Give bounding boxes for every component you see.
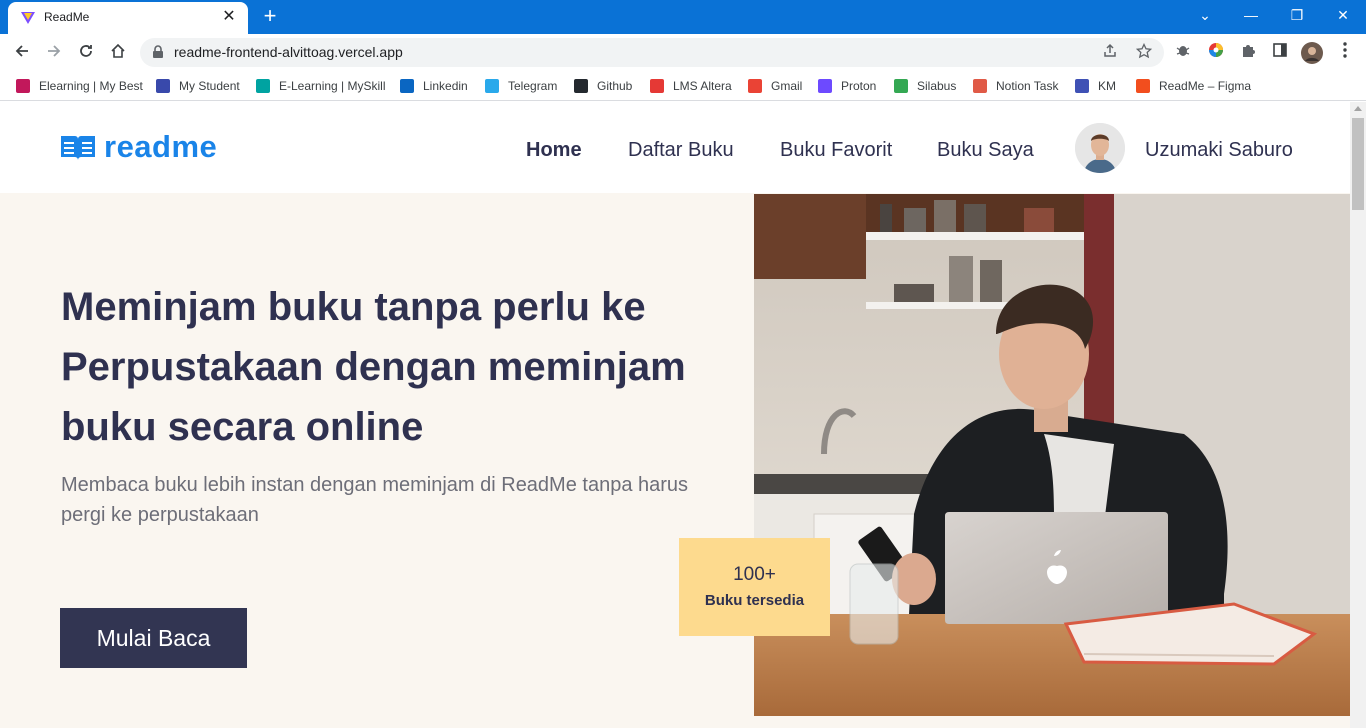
notion-icon — [973, 79, 987, 93]
bookmark-item[interactable]: Proton — [818, 77, 876, 95]
bookmark-item[interactable]: Notion Task — [973, 77, 1058, 95]
myb-icon — [16, 79, 30, 93]
nav-buku-favorit[interactable]: Buku Favorit — [780, 139, 892, 162]
github-icon — [574, 79, 588, 93]
open-book-icon — [61, 136, 95, 160]
scroll-thumb[interactable] — [1352, 118, 1364, 210]
bookmark-label: LMS Altera — [673, 79, 732, 93]
bookmark-label: Silabus — [917, 79, 957, 93]
bookmark-label: Proton — [841, 79, 877, 93]
bookmark-item[interactable]: KM — [1075, 77, 1116, 95]
nav-home[interactable]: Home — [526, 139, 582, 162]
bookmark-label: ReadMe – Figma — [1159, 79, 1252, 93]
bookmark-star-icon[interactable] — [1134, 42, 1154, 63]
browser-titlebar: ReadMe ✕ + ⌄ — ❐ ✕ — [0, 0, 1366, 34]
side-panel-icon[interactable] — [1269, 42, 1291, 64]
student-icon — [156, 79, 170, 93]
scroll-up-icon[interactable] — [1354, 106, 1362, 111]
bookmark-item[interactable]: Silabus — [894, 77, 956, 95]
bookmark-item[interactable]: My Student — [156, 77, 240, 95]
page-scrollbar[interactable] — [1350, 102, 1366, 728]
tab-close-icon[interactable]: ✕ — [220, 8, 238, 26]
stat-number: 100+ — [733, 564, 776, 585]
stat-label: Buku tersedia — [704, 592, 805, 609]
logo-text: readme — [104, 129, 218, 164]
new-tab-button[interactable]: + — [258, 4, 282, 28]
nav-buku-saya[interactable]: Buku Saya — [937, 139, 1034, 162]
hero-title: Meminjam buku tanpa perlu ke Perpustakaa… — [61, 285, 686, 449]
bookmark-item[interactable]: Elearning | My Best — [16, 77, 143, 95]
bookmark-label: KM — [1098, 79, 1116, 93]
drive-icon — [894, 79, 908, 93]
bookmark-label: Telegram — [508, 79, 558, 93]
restore-button[interactable]: ❐ — [1274, 0, 1320, 30]
linkedin-icon — [400, 79, 414, 93]
site-header: readme Home Daftar Buku Buku Favorit Buk… — [0, 102, 1350, 193]
minimize-button[interactable]: — — [1228, 0, 1274, 30]
bug-extension-icon[interactable] — [1172, 42, 1194, 64]
back-button[interactable] — [9, 40, 35, 66]
mulai-baca-button[interactable]: Mulai Baca — [60, 608, 247, 668]
extensions-puzzle-icon[interactable] — [1237, 42, 1259, 64]
close-window-button[interactable]: ✕ — [1320, 0, 1366, 30]
bookmark-label: Github — [597, 79, 633, 93]
bookmark-label: Notion Task — [996, 79, 1059, 93]
bookmark-item[interactable]: ReadMe – Figma — [1136, 77, 1251, 95]
bookmarks-bar: Elearning | My Best My Student E-Learning … — [0, 71, 1366, 101]
profile-avatar-icon[interactable] — [1301, 42, 1323, 64]
color-wheel-extension-icon[interactable] — [1205, 42, 1227, 64]
forward-arrow-icon — [48, 45, 61, 57]
myskill-icon — [256, 79, 270, 93]
tab-search-chevron-icon[interactable]: ⌄ — [1182, 0, 1228, 30]
bookmark-item[interactable]: Telegram — [485, 77, 557, 95]
readme-page: readme Home Daftar Buku Buku Favorit Buk… — [0, 102, 1350, 728]
bookmark-label: My Student — [179, 79, 240, 93]
figma-icon — [1136, 79, 1150, 93]
url-text[interactable]: readme-frontend-alvittoag.vercel.app — [174, 44, 403, 60]
bookmark-item[interactable]: E-Learning | MySkill — [256, 77, 386, 95]
bookmark-item[interactable]: Linkedin — [400, 77, 468, 95]
user-avatar[interactable] — [1075, 123, 1125, 173]
forward-button[interactable] — [41, 40, 67, 66]
tab-title: ReadMe — [44, 10, 90, 24]
bookmark-label: Linkedin — [423, 79, 468, 93]
bookmark-label: E-Learning | MySkill — [279, 79, 386, 93]
gmail-icon — [748, 79, 762, 93]
address-bar[interactable]: readme-frontend-alvittoag.vercel.app — [140, 38, 1164, 67]
proton-icon — [818, 79, 832, 93]
home-icon — [111, 43, 125, 58]
bookmark-item[interactable]: Gmail — [748, 77, 802, 95]
back-arrow-icon — [15, 45, 28, 57]
bookmark-label: Elearning | My Best — [39, 79, 143, 93]
user-name[interactable]: Uzumaki Saburo — [1145, 139, 1293, 162]
browser-tab[interactable]: ReadMe ✕ — [8, 2, 248, 34]
bookmark-item[interactable]: LMS Altera — [650, 77, 732, 95]
telegram-icon — [485, 79, 499, 93]
readme-logo[interactable]: readme — [60, 130, 217, 164]
altera-icon — [650, 79, 664, 93]
reload-icon — [80, 45, 92, 57]
browser-toolbar: readme-frontend-alvittoag.vercel.app — [0, 34, 1366, 71]
hero-subtitle: Membaca buku lebih instan dengan meminja… — [61, 474, 689, 526]
bookmark-label: Gmail — [771, 79, 803, 93]
books-available-badge: 100+ Buku tersedia — [679, 538, 830, 636]
home-button[interactable] — [105, 40, 131, 66]
man-with-laptop-image — [754, 194, 1350, 716]
nav-daftar-buku[interactable]: Daftar Buku — [628, 139, 734, 162]
reload-button[interactable] — [73, 40, 99, 66]
hero-photo — [754, 194, 1350, 716]
share-icon[interactable] — [1100, 43, 1120, 63]
lock-icon — [153, 45, 163, 58]
bookmark-item[interactable]: Github — [574, 77, 632, 95]
vercel-favicon-icon — [21, 12, 35, 24]
chrome-menu-icon[interactable] — [1334, 42, 1356, 64]
km-icon — [1075, 79, 1089, 93]
